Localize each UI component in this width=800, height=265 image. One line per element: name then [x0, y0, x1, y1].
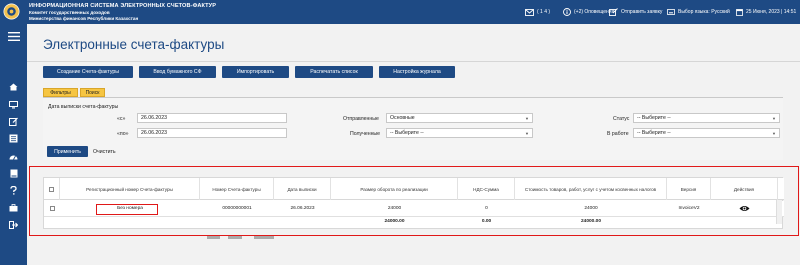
- sent-select[interactable]: Основные ▼: [386, 113, 533, 123]
- chevron-down-icon: ▼: [525, 116, 529, 121]
- pager-segment: [254, 236, 274, 239]
- top-bar: ИНФОРМАЦИОННАЯ СИСТЕМА ЭЛЕКТРОННЫХ СЧЕТО…: [0, 0, 800, 24]
- sidebar-item-briefcase[interactable]: [7, 202, 20, 213]
- sidebar-item-list[interactable]: [7, 133, 20, 144]
- tab-search[interactable]: Поиск: [80, 88, 105, 97]
- send-request-label: Отправить заявку: [621, 9, 663, 15]
- menu-toggle[interactable]: [7, 31, 20, 42]
- keyboard-icon: [667, 9, 675, 15]
- apply-button[interactable]: Применить: [47, 146, 88, 157]
- edit-icon: [9, 117, 18, 126]
- chevron-down-icon: ▼: [772, 131, 776, 136]
- dashboard-icon: [9, 155, 18, 160]
- info-icon: [563, 8, 571, 16]
- logout-icon: [9, 220, 18, 229]
- sent-select-value: Основные: [390, 115, 415, 121]
- book-icon: [10, 169, 17, 178]
- paper-invoice-button[interactable]: Ввод бумажного СФ: [139, 66, 216, 78]
- date-to-input[interactable]: 26.06.2023: [137, 128, 287, 138]
- status-select[interactable]: -- Выберите -- ▼: [633, 113, 780, 123]
- page-header: Электронные счета-фактуры: [27, 24, 800, 62]
- messages-link[interactable]: ( 1 4 ): [525, 8, 550, 16]
- highlight-reg-number-box: [96, 204, 158, 215]
- sidebar-item-logout[interactable]: [7, 219, 20, 230]
- in-work-select[interactable]: -- Выберите -- ▼: [633, 128, 780, 138]
- sidebar-item-home[interactable]: [7, 81, 20, 92]
- committee-name: Комитет государственных доходов: [29, 10, 110, 15]
- received-select[interactable]: -- Выберите -- ▼: [386, 128, 533, 138]
- briefcase-icon: [9, 203, 18, 211]
- hamburger-icon: [7, 32, 20, 41]
- received-label: Полученные: [350, 131, 381, 137]
- chevron-down-icon: ▼: [772, 116, 776, 121]
- notifications-link[interactable]: (+2) Оповещения: [563, 8, 614, 16]
- tab-filters[interactable]: Фильтры: [43, 88, 78, 97]
- in-work-select-value: -- Выберите --: [637, 130, 671, 136]
- envelope-icon: [525, 8, 534, 16]
- print-list-button[interactable]: Распечатать список: [295, 66, 373, 78]
- date-from-label: «с»: [117, 116, 126, 122]
- sidebar-item-monitor[interactable]: [7, 99, 20, 110]
- date-range-label: Дата выписки счета-фактуры: [48, 104, 119, 110]
- desktop-icon: [9, 100, 18, 108]
- received-select-value: -- Выберите --: [390, 130, 424, 136]
- datetime-label: 25 Июня, 2023 | 14:51: [746, 9, 797, 15]
- chevron-down-icon: ▼: [525, 131, 529, 136]
- pager-segment: [228, 236, 242, 239]
- emblem-logo: [3, 3, 20, 20]
- create-invoice-button[interactable]: Создание Счета-фактуры: [43, 66, 133, 78]
- clear-button[interactable]: Очистить: [93, 146, 116, 157]
- datetime: 25 Июня, 2023 | 14:51: [736, 8, 796, 16]
- pager-segment: [207, 236, 220, 239]
- status-label: Статус: [613, 116, 630, 122]
- language-select[interactable]: Выбор языка: Русский: [667, 8, 730, 16]
- system-title: ИНФОРМАЦИОННАЯ СИСТЕМА ЭЛЕКТРОННЫХ СЧЕТО…: [29, 3, 217, 9]
- ministry-name: Министерства финансов Республики Казахст…: [29, 16, 139, 21]
- page-title: Электронные счета-фактуры: [43, 37, 225, 52]
- date-to-label: «по»: [117, 131, 129, 137]
- sidebar-item-documents[interactable]: [7, 168, 20, 179]
- highlight-table-box: [29, 166, 799, 236]
- journal-settings-button[interactable]: Настройка журнала: [379, 66, 455, 78]
- messages-count: ( 1 4 ): [537, 9, 551, 15]
- sidebar: [0, 24, 27, 265]
- list-icon: [9, 134, 18, 143]
- status-select-value: -- Выберите --: [637, 115, 671, 121]
- home-icon: [9, 83, 18, 90]
- in-work-label: В работе: [607, 131, 629, 137]
- date-from-input[interactable]: 26.06.2023: [137, 113, 287, 123]
- sidebar-item-help[interactable]: [7, 185, 20, 196]
- sidebar-item-dashboard[interactable]: [7, 151, 20, 162]
- send-request-link[interactable]: Отправить заявку: [609, 8, 662, 16]
- sidebar-item-edit[interactable]: [7, 116, 20, 127]
- language-label: Выбор языка: Русский: [678, 9, 730, 15]
- sent-label: Отправленные: [343, 116, 379, 122]
- question-icon: [10, 186, 17, 195]
- edit-icon: [609, 8, 618, 16]
- import-button[interactable]: Импортировать: [222, 66, 289, 78]
- calendar-icon: [736, 9, 743, 16]
